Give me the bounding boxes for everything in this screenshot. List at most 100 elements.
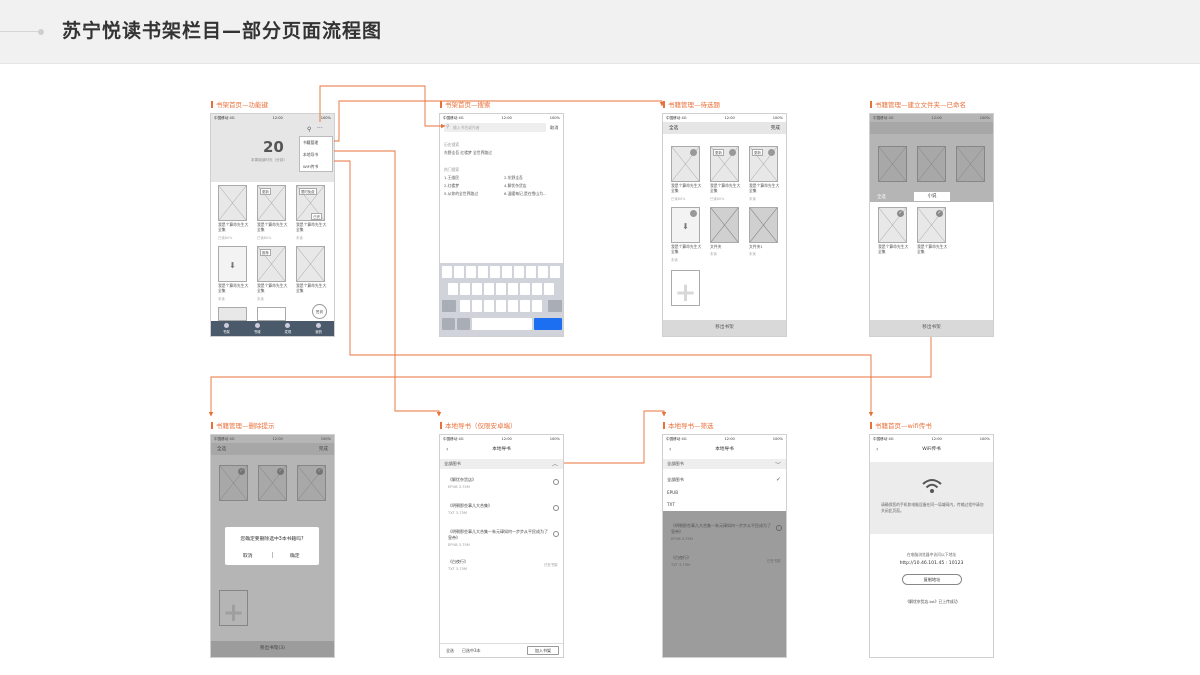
keyboard-key[interactable] [484,283,494,295]
keyboard-key[interactable] [544,283,554,295]
menu-item-import[interactable]: 本地导书 [303,152,318,158]
unselected-indicator[interactable] [729,149,736,156]
book-cover[interactable]: 推荐 [257,246,286,282]
book-cover[interactable] [671,146,700,182]
keyboard-key[interactable] [466,266,476,278]
move-out-button[interactable]: 移出书架 [870,320,993,336]
folder-cover[interactable] [749,207,778,243]
emoji-key[interactable] [457,318,470,330]
add-to-shelf-button[interactable]: 加入书架 [527,646,559,655]
tab-bookshelf[interactable]: 书架 [211,321,242,336]
hot-item[interactable]: 2.红楼梦 [444,183,459,189]
keyboard-key[interactable] [520,283,530,295]
keyboard-key[interactable] [460,300,470,312]
cancel-link[interactable]: 取消 [550,125,558,131]
menu-item-manage[interactable]: 书籍管理 [303,140,318,146]
history-items[interactable]: 东野圭吾 红楼梦 全世界路过 [444,150,492,156]
keyboard-key[interactable] [490,266,500,278]
keyboard-key[interactable] [514,266,524,278]
done-link[interactable]: 完成 [771,125,780,131]
book-cover[interactable]: ✓ [878,207,907,243]
keyboard-key[interactable] [460,283,470,295]
filter-option-selected[interactable]: 全部图书 [667,477,684,483]
space-key[interactable] [472,318,532,330]
hot-item[interactable]: 5.从你的全世界路过 [444,191,478,197]
keyboard-key[interactable] [484,300,494,312]
add-book-slot[interactable]: + [671,270,700,306]
keyboard-key[interactable] [520,300,530,312]
backspace-key[interactable] [548,300,562,312]
dialog-confirm-button[interactable]: 确定 [290,552,300,559]
header-dot [38,29,44,35]
file-radio[interactable] [776,525,782,531]
hot-item[interactable]: 1.王维民 [444,175,459,181]
book-cover-download[interactable]: ⬇ [671,207,700,243]
menu-item-wifi[interactable]: WiFi传书 [303,164,318,170]
select-all-link[interactable]: 全选 [877,194,886,200]
keyboard-key[interactable] [532,283,542,295]
keyboard-key[interactable] [478,266,488,278]
tab-mine[interactable]: 我的 [303,321,334,336]
book-progress: 已读80% [218,236,233,240]
copy-address-button[interactable]: 复制地址 [902,574,962,585]
search-submit-key[interactable] [534,318,562,330]
file-radio[interactable] [553,531,559,537]
move-out-button[interactable]: 移出书架 [663,320,786,336]
unselected-indicator[interactable] [768,149,775,156]
filter-option[interactable]: TXT [667,502,675,507]
book-cover[interactable]: ✓ [917,207,946,243]
book-cover[interactable] [218,185,247,221]
unselected-indicator[interactable] [690,210,697,217]
book-cover[interactable]: 限时免费 已完 [296,185,325,221]
keyboard-key[interactable] [454,266,464,278]
unselected-indicator[interactable] [690,149,697,156]
keyboard-key[interactable] [442,266,452,278]
book-cover[interactable] [296,246,325,282]
keyboard-key[interactable] [448,283,458,295]
more-icon[interactable]: ··· [317,125,323,132]
keyboard-key[interactable] [502,266,512,278]
keyboard-key[interactable] [538,266,548,278]
keyboard-key[interactable] [496,300,506,312]
move-out-button[interactable]: 移出书架(3) [211,641,334,657]
book-cover-download[interactable]: ⬇ [218,246,247,282]
keyboard-key[interactable] [550,266,560,278]
file-radio[interactable] [553,479,559,485]
dialog-cancel-button[interactable]: 取消 [243,552,253,559]
keyboard-key[interactable] [496,283,506,295]
folder-name-input[interactable]: 小说 [914,192,950,201]
keyboard-key[interactable] [508,283,518,295]
filter-option[interactable]: EPUB [667,490,678,495]
tab-bookstore[interactable]: 书城 [242,321,273,336]
keyboard-key[interactable] [472,300,482,312]
shift-key[interactable] [442,300,456,312]
number-key[interactable] [442,318,455,330]
file-radio[interactable] [553,505,559,511]
checked-icon[interactable]: ✓ [897,210,904,217]
filter-bar[interactable]: 全部图书 ﹀ [663,459,786,469]
add-book-slot[interactable] [257,307,286,321]
book-cover[interactable]: 更新 [710,146,739,182]
book-cover[interactable]: 更新 [749,146,778,182]
book-cover[interactable] [218,307,247,321]
checked-icon[interactable]: ✓ [936,210,943,217]
keyboard-key[interactable] [532,300,542,312]
back-icon[interactable]: ‹ [446,446,448,453]
checkin-button[interactable]: 签到 [312,304,327,319]
keyboard-key[interactable] [472,283,482,295]
back-icon[interactable]: ‹ [876,446,878,453]
hot-item[interactable]: 2.东野圭吾 [504,175,523,181]
filter-bar[interactable]: 全部图书 ︿ [440,459,563,469]
keyboard-key[interactable] [508,300,518,312]
search-input[interactable]: ⚲ 输入书名或作者 [444,123,546,132]
tab-discover[interactable]: 发现 [273,321,304,336]
hot-item[interactable]: 6.温暖每记,是在雪山为... [504,191,547,197]
search-icon[interactable]: ⚲ [307,126,311,133]
select-all-link[interactable]: 全选 [446,648,454,654]
folder-cover[interactable] [710,207,739,243]
book-cover[interactable]: 更新 [257,185,286,221]
select-all-link[interactable]: 全选 [669,125,678,131]
hot-item[interactable]: 4.解忧杂货店 [504,183,527,189]
keyboard-key[interactable] [526,266,536,278]
back-icon[interactable]: ‹ [669,446,671,453]
